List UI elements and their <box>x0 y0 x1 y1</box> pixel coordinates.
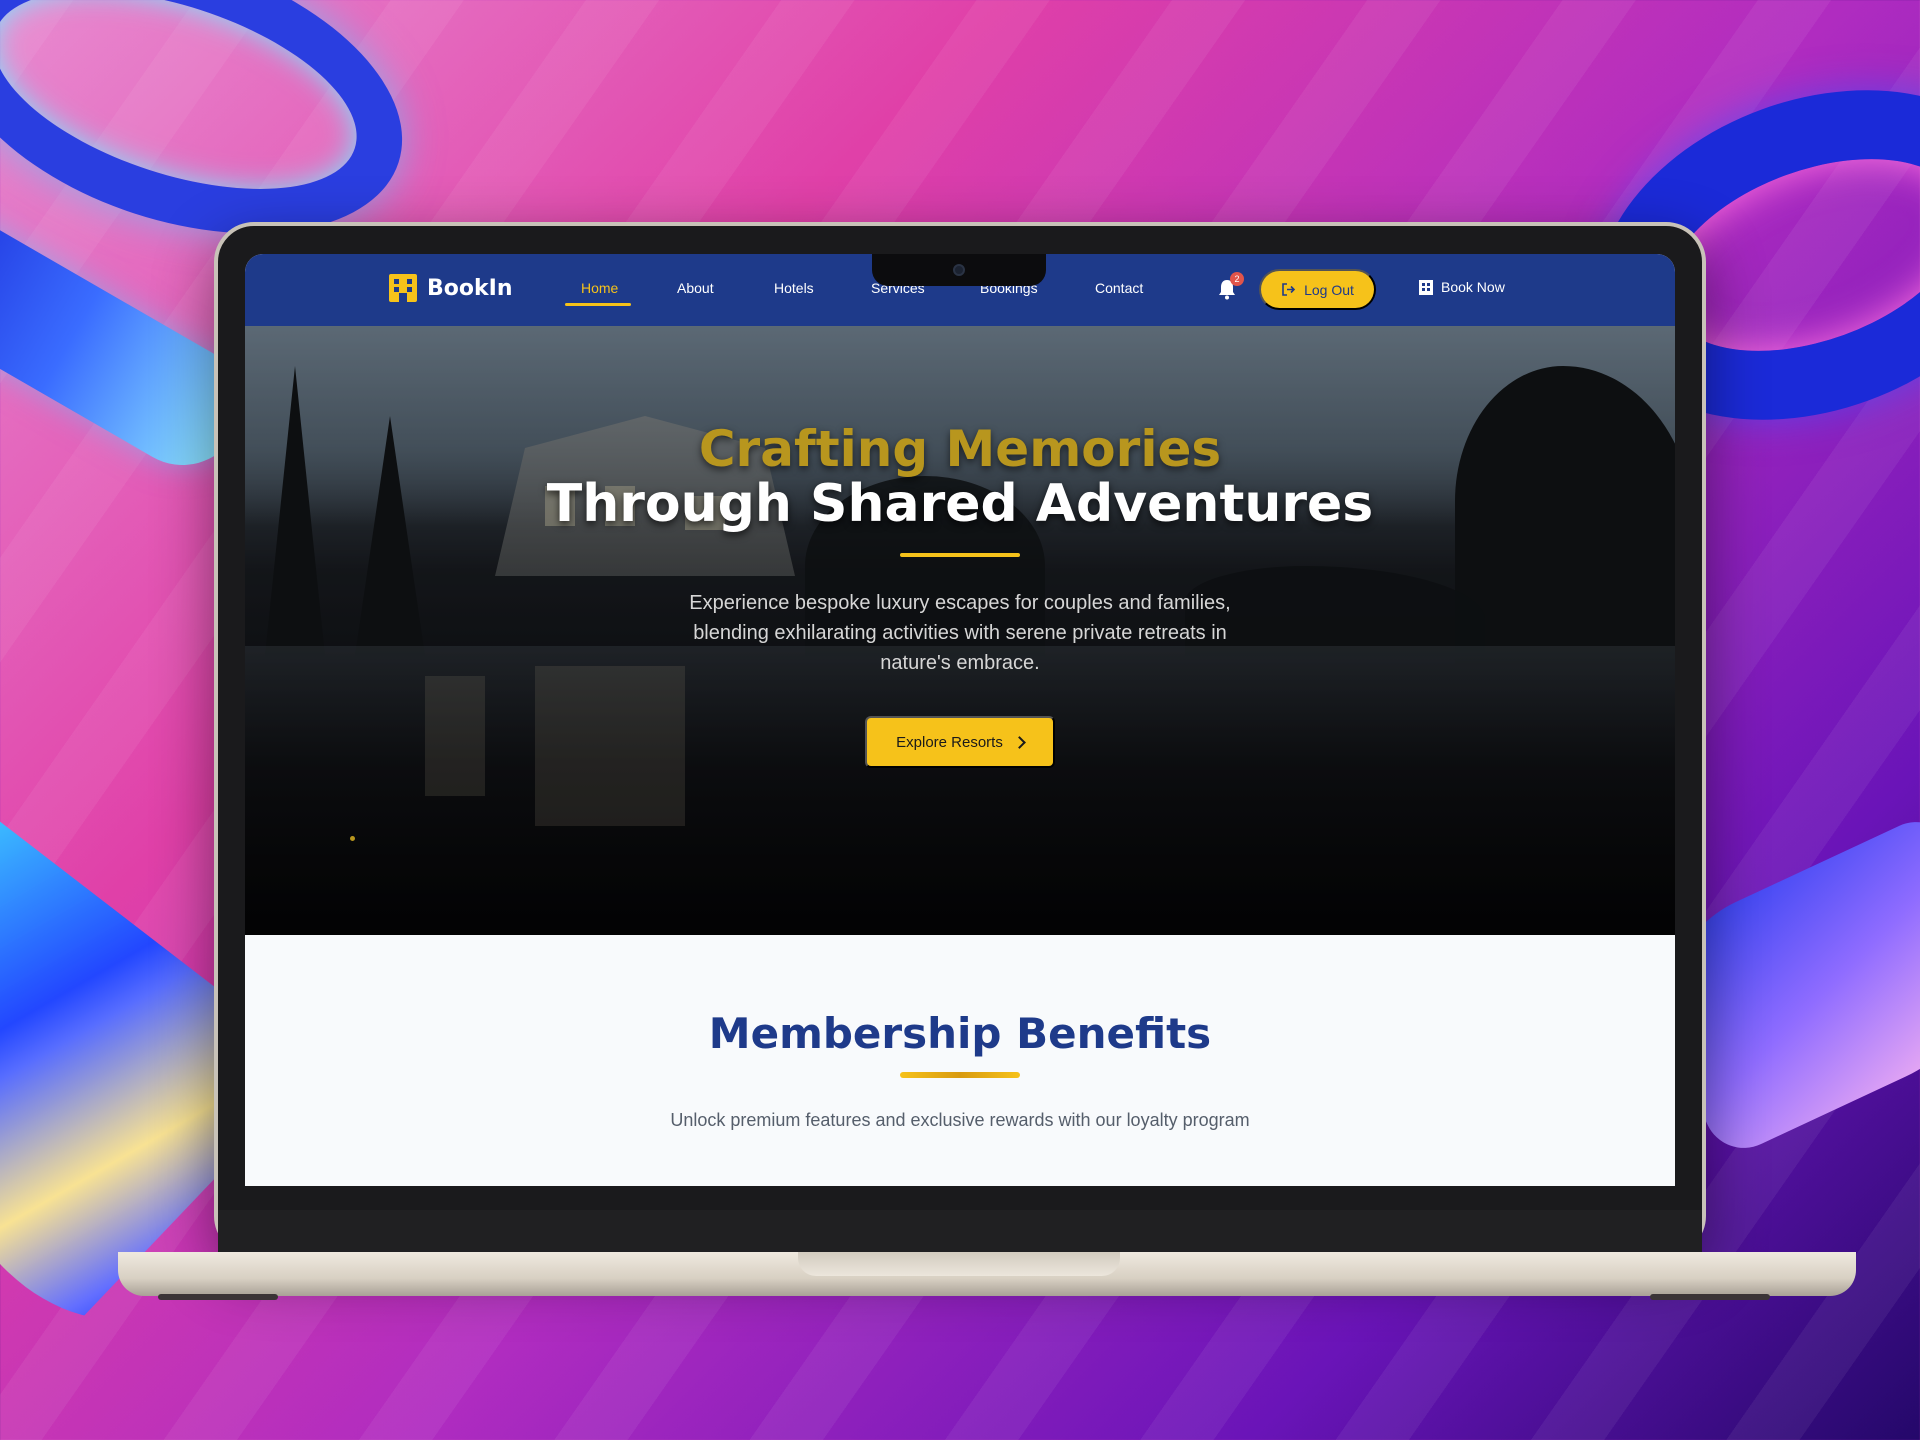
laptop-foot-right <box>1650 1294 1770 1300</box>
logout-icon <box>1282 283 1296 296</box>
nav-active-underline <box>565 303 631 306</box>
membership-divider <box>900 1072 1020 1078</box>
membership-section: Membership Benefits Unlock premium featu… <box>245 935 1675 1186</box>
camera-notch <box>872 254 1046 286</box>
book-now-label: Book Now <box>1441 279 1505 295</box>
nav-link-contact[interactable]: Contact <box>1095 280 1143 296</box>
camera-icon <box>953 264 965 276</box>
nav-link-about[interactable]: About <box>677 280 714 296</box>
carousel-indicator-dot[interactable] <box>350 836 355 841</box>
chevron-right-icon <box>1012 735 1026 749</box>
explore-resorts-label: Explore Resorts <box>896 733 1003 751</box>
book-now-link[interactable]: Book Now <box>1419 279 1505 295</box>
nav-link-hotels[interactable]: Hotels <box>774 280 814 296</box>
hero-title-line2: Through Shared Adventures <box>546 474 1374 534</box>
laptop-opening-notch <box>798 1252 1120 1276</box>
logout-button[interactable]: Log Out <box>1259 269 1376 310</box>
explore-resorts-button[interactable]: Explore Resorts <box>865 716 1055 768</box>
membership-subtitle: Unlock premium features and exclusive re… <box>670 1110 1250 1130</box>
building-icon <box>1419 279 1433 295</box>
membership-title: Membership Benefits <box>708 1009 1212 1058</box>
laptop-foot-left <box>158 1294 278 1300</box>
hero-divider <box>900 553 1020 557</box>
laptop-screen: BookIn Home About Hotels Services Bookin… <box>245 254 1675 1186</box>
brand-name: BookIn <box>427 275 513 301</box>
logout-label: Log Out <box>1304 281 1354 298</box>
hero-description: Experience bespoke luxury escapes for co… <box>689 592 1231 674</box>
brand-logo[interactable]: BookIn <box>389 274 512 302</box>
hero-section: Crafting Memories Through Shared Adventu… <box>245 326 1675 935</box>
hotel-building-icon <box>389 274 417 302</box>
nav-link-home[interactable]: Home <box>581 280 618 296</box>
hero-title-line1: Crafting Memories <box>698 420 1222 478</box>
notification-badge: 2 <box>1230 272 1244 286</box>
laptop-bezel <box>218 1210 1702 1252</box>
